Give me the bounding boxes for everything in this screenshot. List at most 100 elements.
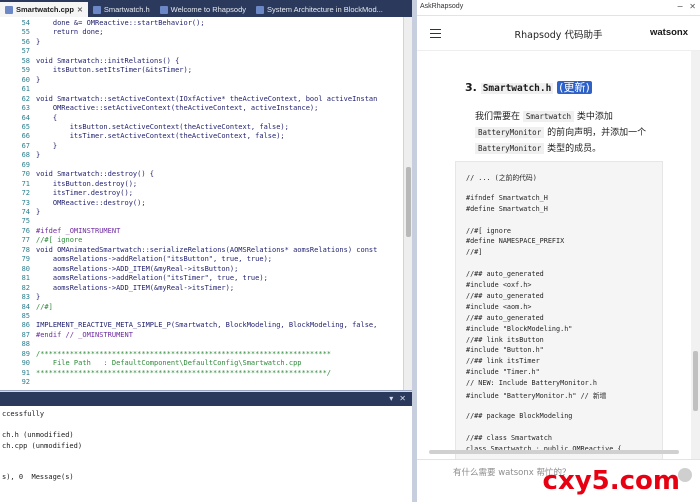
para-code-1: Smartwatch [522, 111, 575, 122]
line-number: 64 [21, 113, 30, 122]
minimize-icon[interactable]: − [677, 2, 684, 11]
line-number: 62 [21, 94, 30, 103]
assistant-header: Rhapsody 代码助手 watsonx [417, 17, 700, 51]
ask-rhapsody-panel: AskRhapsody − ✕ Rhapsody 代码助手 watsonx 3. … [417, 0, 700, 502]
line-number: 84 [21, 302, 30, 311]
panel-window-title: AskRhapsody [420, 3, 464, 10]
line-number: 59 [21, 66, 30, 75]
brand-label: watsonx [649, 27, 688, 38]
snippet-line: #include "BatteryMonitor.h" // 新增 [466, 392, 607, 400]
editor-vertical-scrollbar[interactable] [403, 17, 412, 390]
close-icon[interactable]: ✕ [689, 2, 696, 11]
line-number: 86 [21, 321, 30, 330]
line-number: 73 [21, 198, 30, 207]
line-number: 82 [21, 283, 30, 292]
editor-tab[interactable]: Smartwatch.h [88, 2, 155, 17]
code-line: { [36, 113, 58, 122]
code-line: void Smartwatch::setActiveContext(IOxfAc… [36, 94, 378, 103]
line-number: 61 [21, 85, 30, 94]
snippet-line: //#[ ignore [466, 226, 512, 235]
editor-tab-label: Smartwatch.h [103, 5, 150, 14]
line-number: 54 [21, 19, 30, 27]
code-line: void Smartwatch::destroy() { [36, 170, 155, 179]
para-code-3: BatteryMonitor [475, 143, 545, 154]
code-line: //#] [36, 302, 53, 311]
send-icon[interactable] [678, 468, 692, 482]
line-number: 80 [21, 264, 30, 273]
line-number: 72 [21, 189, 30, 198]
code-editor[interactable]: 54 55 56 57 58 59 60 61 62 63 64 65 66 67 68 69 70 71 72 73… [0, 17, 412, 391]
code-line: /***************************************… [36, 349, 332, 358]
file-icon [159, 5, 168, 14]
code-line: done &= OMReactive::startBehavior(); [36, 19, 205, 27]
para-text-3: 的前向声明，并添加一个 [547, 128, 647, 138]
heading-filename: Smartwatch.h [480, 83, 554, 94]
pin-icon[interactable]: ▾ [389, 394, 393, 403]
snippet-line: //## auto_generated [466, 270, 544, 279]
close-tab-icon[interactable]: ✕ [77, 6, 83, 14]
code-line: #endif // _OMINSTRUMENT [36, 330, 133, 339]
editor-tab[interactable]: System Architecture in BlockMod... [251, 2, 388, 17]
chat-scroll-thumb[interactable] [693, 351, 698, 411]
snippet-line: #include <oxf.h> [466, 281, 532, 289]
line-number: 83 [21, 293, 30, 302]
line-number: 71 [21, 179, 30, 188]
line-number: 57 [21, 47, 30, 56]
code-line: OMReactive::destroy(); [36, 198, 146, 207]
line-number: 58 [21, 56, 30, 65]
code-line: aomsRelations->addRelation("itsTimer", t… [36, 274, 268, 283]
snippet-line: //#] [466, 248, 483, 257]
line-number: 65 [21, 122, 30, 131]
code-line: ****************************************… [36, 368, 332, 377]
line-number: 88 [21, 340, 30, 349]
code-line: } [36, 151, 41, 160]
watermark: cxy5.com [542, 466, 680, 496]
app-window: Smartwatch.cpp ✕ Smartwatch.h Welcome to Rh… [0, 0, 700, 502]
line-number-gutter: 54 55 56 57 58 59 60 61 62 63 64 65 66 67 68 69 70 71 72 73… [0, 17, 36, 390]
code-line: aomsRelations->addRelation("itsButton", … [36, 255, 273, 264]
editor-tab-label: System Architecture in BlockMod... [267, 5, 383, 14]
snippet-line: //## link itsTimer [466, 357, 540, 366]
code-snippet-block: // ... (之前的代码) #ifndef Smartwatch_H #defin… [455, 161, 663, 459]
line-number: 56 [21, 37, 30, 46]
code-area[interactable]: done &= OMReactive::startBehavior(); ret… [36, 17, 402, 390]
line-number: 78 [21, 245, 30, 254]
line-number: 87 [21, 330, 30, 339]
output-line: s), 0 Message(s) [2, 473, 74, 481]
chat-scrollbar[interactable] [691, 51, 700, 459]
para-text-4: 类型的成员。 [547, 144, 602, 154]
snippet-line: #ifndef Smartwatch_H [466, 193, 548, 202]
editor-tab-label: Smartwatch.cpp [16, 5, 74, 14]
panel-titlebar: AskRhapsody − ✕ [417, 0, 700, 16]
close-icon[interactable]: ✕ [399, 394, 406, 403]
line-number: 60 [21, 75, 30, 84]
line-number: 91 [21, 368, 30, 377]
editor-tab-bar: Smartwatch.cpp ✕ Smartwatch.h Welcome to Rh… [0, 0, 412, 17]
snippet-line: // NEW: Include BatteryMonitor.h [466, 379, 597, 388]
code-line: itsButton.setItsTimer(&itsTimer); [36, 66, 192, 75]
snippet-line: //## auto_generated [466, 313, 544, 322]
file-icon [256, 5, 264, 14]
horizontal-scrollbar[interactable] [429, 450, 679, 454]
code-line: void Smartwatch::initRelations() { [36, 56, 180, 65]
line-number: 75 [21, 217, 30, 226]
line-number: 74 [21, 208, 30, 216]
editor-tab[interactable]: Smartwatch.cpp ✕ [0, 2, 88, 17]
para-code-2: BatteryMonitor [475, 127, 545, 138]
file-icon [5, 5, 13, 14]
snippet-line: #include "BlockModeling.h" [466, 324, 573, 333]
output-line: ch.cpp (unmodified) [2, 441, 83, 450]
output-pane-header: ▾ ✕ [0, 392, 412, 406]
code-line: IMPLEMENT_REACTIVE_META_SIMPLE_P(Smartwa… [36, 321, 378, 330]
snippet-line: //## auto_generated [466, 291, 544, 300]
snippet-line: #include "Timer.h" [466, 368, 540, 377]
editor-tab[interactable]: Welcome to Rhapsody [155, 2, 251, 17]
code-line: OMReactive::setActiveContext(theActiveCo… [36, 104, 319, 113]
line-number: 67 [21, 141, 30, 150]
code-line: //#[ ignore [36, 236, 83, 245]
line-number: 81 [21, 274, 30, 283]
para-text-2: 类中添加 [576, 112, 613, 122]
line-number: 77 [21, 236, 30, 245]
editor-scroll-thumb[interactable] [406, 167, 411, 237]
line-number: 63 [21, 104, 30, 113]
